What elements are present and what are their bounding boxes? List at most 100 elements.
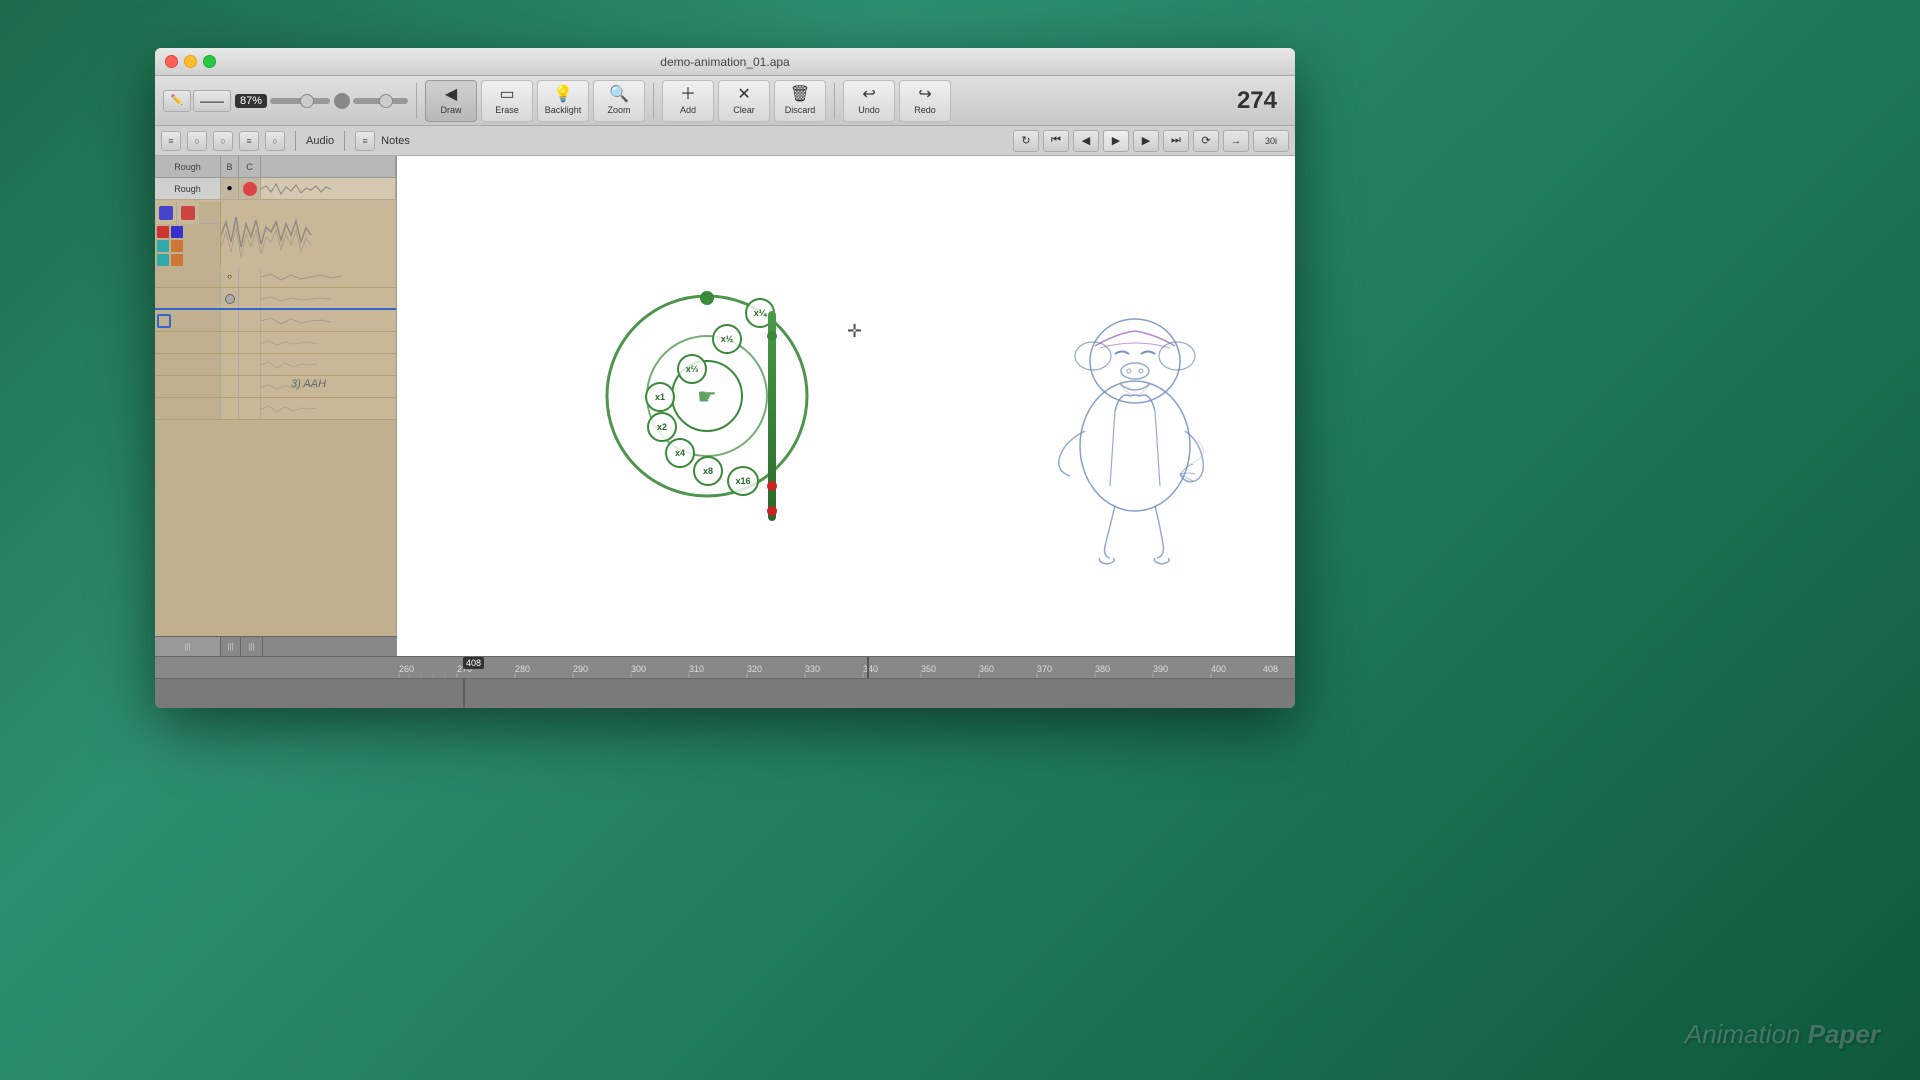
speed-x2-btn[interactable]: x2 — [647, 412, 677, 442]
audio-label: Audio — [306, 135, 334, 147]
discard-button[interactable]: 🗑 Discard — [774, 80, 826, 122]
discard-icon: 🗑 — [790, 87, 810, 103]
layer-frames-9 — [261, 398, 396, 419]
speed-x8-btn[interactable]: x8 — [693, 456, 723, 486]
layer-eye-4 — [225, 294, 235, 304]
sketch-character — [1025, 246, 1245, 566]
skip-to-end-btn[interactable]: ⏭ — [1163, 130, 1189, 152]
separator-1 — [416, 83, 417, 119]
layer-vis-6[interactable] — [221, 332, 239, 353]
svg-text:360: 360 — [979, 664, 994, 674]
layer-name-1: Rough — [155, 178, 221, 199]
speed-x1-btn[interactable]: x1 — [645, 382, 675, 412]
prev-frame-btn[interactable]: ◀ — [1073, 130, 1099, 152]
speed-x16-btn[interactable]: x16 — [727, 466, 759, 496]
tool-icon-2[interactable] — [177, 202, 199, 224]
note-3-aah: 3) AAH — [291, 378, 326, 390]
view-toggle-3[interactable]: ○ — [213, 131, 233, 151]
timeline-track[interactable] — [155, 679, 1295, 708]
skip-to-start-btn[interactable]: ⏮ — [1043, 130, 1069, 152]
layer-frames-8: 3) AAH — [261, 376, 396, 397]
erase-icon: ▭ — [499, 87, 514, 103]
canvas-area[interactable]: ☛ x¼ x½ x⅔ x1 x2 x4 — [397, 156, 1295, 656]
main-content: Rough B C Rough ● — [155, 156, 1295, 656]
vertical-speed-slider[interactable] — [765, 311, 779, 521]
swatch-cyan[interactable] — [157, 240, 169, 252]
panel-timeline-marks: ||| ||| ||| ||| ||| — [155, 636, 396, 656]
layer-row-4[interactable] — [155, 288, 396, 310]
waveform-svg — [221, 202, 396, 268]
add-button[interactable]: ＋ Add — [662, 80, 714, 122]
erase-button[interactable]: ▭ Erase — [481, 80, 533, 122]
layer-row-9[interactable] — [155, 398, 396, 420]
close-button[interactable] — [165, 55, 178, 68]
undo-button[interactable]: ↩ Undo — [843, 80, 895, 122]
mark-text-1: ||| — [184, 642, 190, 651]
layer-row-1[interactable]: Rough ● — [155, 178, 396, 200]
play-btn[interactable]: ▶ — [1103, 130, 1129, 152]
layer-color-8 — [239, 376, 261, 397]
layer-vis-4[interactable] — [221, 288, 239, 309]
frame-counter: 274 — [1237, 87, 1287, 115]
layer-vis-8[interactable] — [221, 376, 239, 397]
swatch-orange[interactable] — [171, 240, 183, 252]
smooth-mode-btn[interactable]: —— — [193, 90, 231, 112]
maximize-button[interactable] — [203, 55, 216, 68]
layer-frames-3 — [261, 266, 396, 287]
selected-indicator — [157, 314, 171, 328]
view-toggle-1[interactable]: ≡ — [161, 131, 181, 151]
slow-motion-btn[interactable]: ⟳ — [1193, 130, 1219, 152]
layer-vis-9[interactable] — [221, 398, 239, 419]
erase-label: Erase — [495, 105, 519, 115]
svg-text:290: 290 — [573, 664, 588, 674]
layer-vis-3[interactable]: ○ — [221, 266, 239, 287]
swatch-red[interactable] — [157, 226, 169, 238]
traffic-lights — [165, 55, 216, 68]
notes-toggle[interactable]: ≡ — [355, 131, 375, 151]
layer-vis-7[interactable] — [221, 354, 239, 375]
watermark-paper: Paper — [1808, 1019, 1880, 1049]
app-window: demo-animation_01.apa ✏️ —— 87% — [155, 48, 1295, 708]
layer-row-7[interactable] — [155, 354, 396, 376]
cross-cursor: ✛ — [847, 321, 862, 342]
swatch-cyan-2[interactable] — [157, 254, 169, 266]
separator-3 — [834, 83, 835, 119]
view-toggle-4[interactable]: ≡ — [239, 131, 259, 151]
minimize-button[interactable] — [184, 55, 197, 68]
window-title: demo-animation_01.apa — [660, 55, 789, 69]
swatch-orange-2[interactable] — [171, 254, 183, 266]
view-toggle-2[interactable]: ○ — [187, 131, 207, 151]
backlight-button[interactable]: 💡 Backlight — [537, 80, 589, 122]
redo-button[interactable]: ↪ Redo — [899, 80, 951, 122]
brush-size-slider[interactable] — [270, 98, 330, 104]
next-frame-btn[interactable]: ▶ — [1133, 130, 1159, 152]
tool-icon-1[interactable] — [155, 202, 177, 224]
opacity-thumb[interactable] — [379, 94, 393, 108]
layer-row-8[interactable]: 3) AAH — [155, 376, 396, 398]
timeline-ruler: 260 270 280 290 300 310 32 — [155, 657, 1295, 679]
layer-vis-1[interactable]: ● — [221, 178, 239, 199]
speed-x23-btn[interactable]: x⅔ — [677, 354, 707, 384]
layer-vis-sel[interactable] — [221, 310, 239, 331]
speed-x4-btn[interactable]: x4 — [665, 438, 695, 468]
frame-rate-btn[interactable]: 30i — [1253, 130, 1289, 152]
opacity-slider[interactable] — [353, 98, 408, 104]
pen-mode-btn[interactable]: ✏️ — [163, 90, 191, 112]
playback-controls: ↻ ⏮ ◀ ▶ ▶ ⏭ ⟳ → 30i — [1013, 130, 1289, 152]
brush-slider-thumb[interactable] — [300, 94, 314, 108]
view-toggle-5[interactable]: ○ — [265, 131, 285, 151]
clear-button[interactable]: ✕ Clear — [718, 80, 770, 122]
forward-btn[interactable]: → — [1223, 130, 1249, 152]
draw-button[interactable]: ◀ Draw — [425, 80, 477, 122]
track-content — [397, 679, 1295, 708]
zoom-button[interactable]: 🔍 Zoom — [593, 80, 645, 122]
swatch-blue[interactable] — [171, 226, 183, 238]
layer-row-3[interactable]: ○ — [155, 266, 396, 288]
layer-row-selected[interactable] — [155, 310, 396, 332]
loop-btn[interactable]: ↻ — [1013, 130, 1039, 152]
layer-row-6[interactable] — [155, 332, 396, 354]
layer-color-4 — [239, 288, 261, 309]
speed-x12-btn[interactable]: x½ — [712, 324, 742, 354]
panel-mark-4: ||| ||| — [263, 637, 396, 656]
speed-slider-track — [768, 311, 776, 521]
